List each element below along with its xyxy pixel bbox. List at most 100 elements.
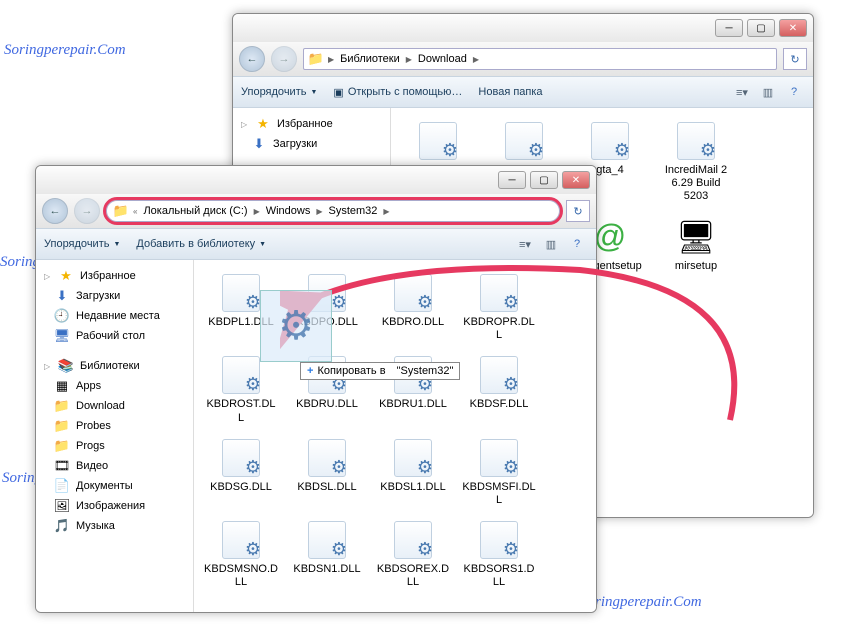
dll-icon xyxy=(308,274,346,312)
content-area: ▷★Избранное ⬇Загрузки 🕘Недавние места 🖥Р… xyxy=(36,260,596,612)
view-options-icon[interactable]: ≡▾ xyxy=(514,233,536,255)
folder-icon: 📁 xyxy=(54,438,70,454)
file-item[interactable]: KBDROPR.DLL xyxy=(460,268,538,346)
sidebar-item-downloads[interactable]: ⬇Загрузки xyxy=(40,286,189,306)
sidebar-item[interactable]: 📁Download xyxy=(40,396,189,416)
star-icon: ★ xyxy=(255,116,271,132)
close-button[interactable]: ✕ xyxy=(779,19,807,37)
pictures-icon: 🖼 xyxy=(54,498,70,514)
address-bar[interactable]: 📁 ▶ Библиотеки ▶ Download ▶ xyxy=(303,48,777,70)
sidebar-item[interactable]: 📄Документы xyxy=(40,476,189,496)
dll-icon xyxy=(308,439,346,477)
downloads-icon: ⬇ xyxy=(54,288,70,304)
breadcrumb[interactable]: System32 xyxy=(327,205,380,217)
plus-icon: + xyxy=(307,365,313,377)
sidebar-favorites[interactable]: ▷★Избранное xyxy=(237,114,386,134)
minimize-button[interactable]: ─ xyxy=(715,19,743,37)
minimize-button[interactable]: ─ xyxy=(498,171,526,189)
titlebar: ─ ▢ ✕ xyxy=(233,14,813,42)
file-item[interactable]: 🖥mirsetup xyxy=(657,212,735,290)
forward-button[interactable]: → xyxy=(271,46,297,72)
help-icon[interactable]: ? xyxy=(783,81,805,103)
sidebar-item[interactable]: 📁Probes xyxy=(40,416,189,436)
dll-icon xyxy=(222,274,260,312)
open-with-menu[interactable]: ▣Открыть с помощью… xyxy=(333,86,462,99)
folder-icon: 📁 xyxy=(54,418,70,434)
chevron-right-icon: ▶ xyxy=(473,55,479,64)
file-item[interactable]: KBDSMSFI.DLL xyxy=(460,433,538,511)
app-icon xyxy=(677,122,715,160)
recent-icon: 🕘 xyxy=(54,308,70,324)
file-item[interactable]: KBDSG.DLL xyxy=(202,433,280,511)
toolbar: Упорядочить▼ ▣Открыть с помощью… Новая п… xyxy=(233,76,813,108)
watermark: Soringperepair.Com xyxy=(4,42,126,59)
organize-menu[interactable]: Упорядочить▼ xyxy=(44,238,120,250)
sidebar-item[interactable]: 🎵Музыка xyxy=(40,516,189,536)
app-icon: @ xyxy=(594,218,626,255)
folder-icon: 📁 xyxy=(54,398,70,414)
file-item[interactable]: KBDSL.DLL xyxy=(288,433,366,511)
view-options-icon[interactable]: ≡▾ xyxy=(731,81,753,103)
breadcrumb[interactable]: Download xyxy=(416,53,469,65)
dll-icon xyxy=(480,439,518,477)
drag-tooltip: + Копировать в "System32" xyxy=(300,362,460,380)
preview-pane-icon[interactable]: ▥ xyxy=(757,81,779,103)
address-bar-highlighted[interactable]: 📁 « Локальный диск (C:) ▶ Windows ▶ Syst… xyxy=(106,200,560,222)
sidebar-item[interactable]: 🖼Изображения xyxy=(40,496,189,516)
breadcrumb[interactable]: Библиотеки xyxy=(338,53,402,65)
dll-icon xyxy=(308,521,346,559)
breadcrumb[interactable]: Windows xyxy=(264,205,313,217)
music-icon: 🎵 xyxy=(54,518,70,534)
nav-bar: ← → 📁 ▶ Библиотеки ▶ Download ▶ ↻ xyxy=(233,42,813,76)
help-icon[interactable]: ? xyxy=(566,233,588,255)
chevron-right-icon: ▶ xyxy=(406,55,412,64)
file-item[interactable]: KBDSL1.DLL xyxy=(374,433,452,511)
app-icon xyxy=(505,122,543,160)
forward-button[interactable]: → xyxy=(74,198,100,224)
file-item[interactable]: IncrediMail 2 6.29 Build 5203 xyxy=(657,116,735,208)
watermark: Soringperepair.Com xyxy=(580,594,702,611)
sidebar-item-downloads[interactable]: ⬇Загрузки xyxy=(237,134,386,154)
organize-menu[interactable]: Упорядочить▼ xyxy=(241,86,317,98)
refresh-button[interactable]: ↻ xyxy=(783,48,807,70)
sidebar-item-desktop[interactable]: 🖥Рабочий стол xyxy=(40,326,189,346)
preview-pane-icon[interactable]: ▥ xyxy=(540,233,562,255)
folder-icon: 📁 xyxy=(113,203,129,219)
close-button[interactable]: ✕ xyxy=(562,171,590,189)
video-icon: 🎞 xyxy=(54,458,70,474)
file-item[interactable]: KBDSOREX.DLL xyxy=(374,515,452,593)
file-item[interactable]: KBDSORS1.DLL xyxy=(460,515,538,593)
app-icon xyxy=(419,122,457,160)
dll-icon xyxy=(222,439,260,477)
sidebar-item-recent[interactable]: 🕘Недавние места xyxy=(40,306,189,326)
sidebar-item[interactable]: ▦Apps xyxy=(40,376,189,396)
new-folder-button[interactable]: Новая папка xyxy=(478,86,542,98)
back-button[interactable]: ← xyxy=(42,198,68,224)
file-list[interactable]: KBDPL1.DLLKBDPO.DLLKBDRO.DLLKBDROPR.DLLK… xyxy=(194,260,596,612)
sidebar-favorites[interactable]: ▷★Избранное xyxy=(40,266,189,286)
documents-icon: 📄 xyxy=(54,478,70,494)
file-item[interactable]: KBDPO.DLL xyxy=(288,268,366,346)
chevron-right-icon: ▶ xyxy=(254,207,260,216)
maximize-button[interactable]: ▢ xyxy=(747,19,775,37)
downloads-icon: ⬇ xyxy=(251,136,267,152)
refresh-button[interactable]: ↻ xyxy=(566,200,590,222)
back-button[interactable]: ← xyxy=(239,46,265,72)
nav-sidebar: ▷★Избранное ⬇Загрузки 🕘Недавние места 🖥Р… xyxy=(36,260,194,612)
add-to-library-menu[interactable]: Добавить в библиотеку▼ xyxy=(136,238,266,250)
maximize-button[interactable]: ▢ xyxy=(530,171,558,189)
breadcrumb[interactable]: Локальный диск (C:) xyxy=(141,205,249,217)
libraries-icon: 📚 xyxy=(58,358,74,374)
file-item[interactable]: KBDROST.DLL xyxy=(202,350,280,428)
file-item[interactable]: KBDPL1.DLL xyxy=(202,268,280,346)
file-item[interactable]: KBDSMSNO.DLL xyxy=(202,515,280,593)
sidebar-libraries[interactable]: ▷📚Библиотеки xyxy=(40,356,189,376)
desktop-icon: 🖥 xyxy=(54,328,70,344)
file-item[interactable]: KBDSF.DLL xyxy=(460,350,538,428)
dll-icon xyxy=(480,274,518,312)
file-item[interactable]: KBDRO.DLL xyxy=(374,268,452,346)
sidebar-item[interactable]: 📁Progs xyxy=(40,436,189,456)
sidebar-item[interactable]: 🎞Видео xyxy=(40,456,189,476)
file-item[interactable]: KBDSN1.DLL xyxy=(288,515,366,593)
chevron-right-icon: ▶ xyxy=(328,55,334,64)
